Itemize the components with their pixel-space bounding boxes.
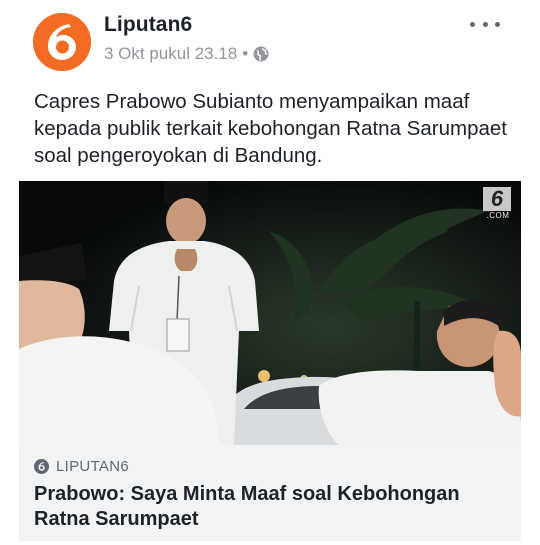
post-timestamp[interactable]: 3 Okt pukul 23.18 bbox=[104, 44, 237, 64]
page-name-link[interactable]: Liputan6 bbox=[104, 13, 192, 37]
menu-dot bbox=[482, 21, 488, 27]
post-caption: Capres Prabowo Subianto menyampaikan maa… bbox=[34, 90, 507, 167]
link-preview[interactable]: LIPUTAN6 Prabowo: Saya Minta Maaf soal K… bbox=[19, 445, 521, 541]
page-avatar[interactable] bbox=[33, 13, 91, 71]
menu-dot bbox=[470, 21, 475, 27]
link-source-icon bbox=[34, 459, 49, 474]
menu-dot bbox=[495, 21, 500, 27]
photo-watermark: 6 .COM bbox=[483, 187, 513, 220]
photo-illustration bbox=[19, 181, 521, 445]
liputan6-logo-icon bbox=[33, 13, 91, 71]
link-source-label: LIPUTAN6 bbox=[56, 458, 129, 475]
watermark-number: 6 bbox=[483, 187, 511, 211]
globe-icon[interactable] bbox=[253, 46, 269, 62]
link-headline[interactable]: Prabowo: Saya Minta Maaf soal Kebohongan… bbox=[34, 482, 504, 532]
more-options-icon[interactable] bbox=[470, 14, 500, 34]
meta-separator: • bbox=[242, 44, 249, 63]
post-photo[interactable]: 6 .COM bbox=[19, 181, 521, 445]
news-feed-post: Liputan6 3 Okt pukul 23.18 • Capres Prab… bbox=[0, 0, 540, 545]
link-source: LIPUTAN6 bbox=[34, 458, 129, 475]
post-meta: 3 Okt pukul 23.18 • bbox=[104, 44, 269, 64]
watermark-domain: .COM bbox=[486, 211, 510, 220]
